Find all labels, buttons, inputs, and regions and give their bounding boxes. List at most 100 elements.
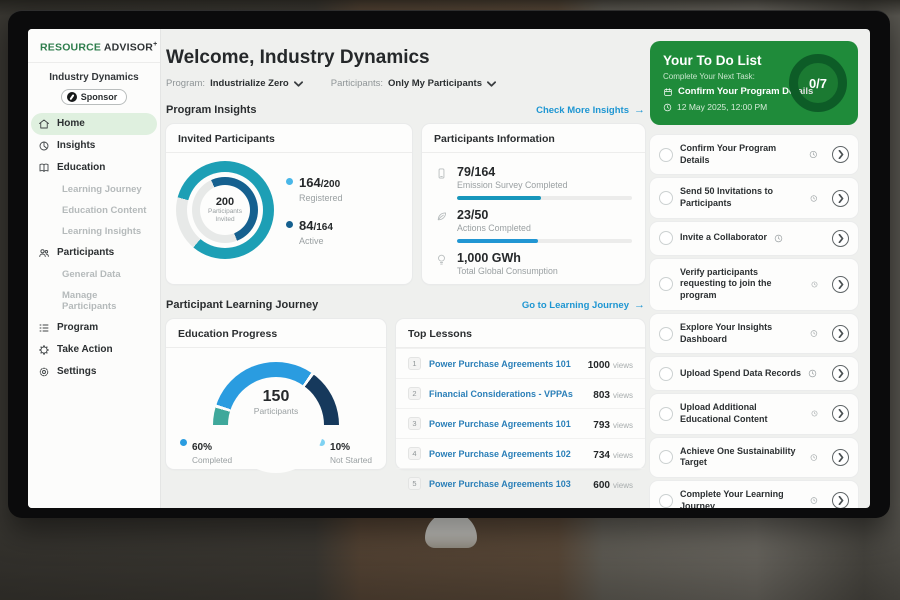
- lesson-link[interactable]: Power Purchase Agreements 102: [429, 449, 585, 459]
- task-checkbox[interactable]: [659, 231, 673, 245]
- sidebar-item-home[interactable]: Home: [31, 113, 157, 135]
- section-title: Program Insights: [166, 104, 256, 116]
- legend-label: Not Started: [330, 455, 372, 465]
- program-filter-label: Program:: [166, 78, 205, 89]
- sidebar-item-learning-insights[interactable]: Learning Insights: [28, 221, 160, 242]
- lightbulb-icon: [435, 253, 448, 266]
- views-count: 1000: [588, 360, 610, 371]
- chevron-down-icon: [294, 81, 303, 87]
- stat-global-consumption: 1,000 GWh Total Global Consumption: [435, 251, 632, 276]
- education-gauge-chart: 150 Participants: [213, 362, 339, 425]
- views-suffix: views: [613, 451, 633, 460]
- learning-journey-header: Participant Learning Journey Go to Learn…: [166, 299, 645, 311]
- task-open-button[interactable]: [832, 365, 849, 382]
- task-open-button[interactable]: [832, 230, 849, 247]
- lesson-link[interactable]: Power Purchase Agreements 103: [429, 479, 585, 489]
- lesson-row: 2 Financial Considerations - VPPAs 803vi…: [396, 378, 645, 408]
- task-label: Complete Your Learning Journey: [680, 489, 803, 508]
- lesson-link[interactable]: Power Purchase Agreements 101: [429, 419, 585, 429]
- stat-value: 1,000 GWh: [457, 251, 632, 265]
- card-title: Top Lessons: [396, 319, 645, 348]
- task-checkbox[interactable]: [659, 367, 673, 381]
- sidebar-item-settings[interactable]: Settings: [28, 361, 160, 383]
- task-open-button[interactable]: [832, 405, 849, 422]
- top-lessons-card: Top Lessons 1 Power Purchase Agreements …: [396, 319, 645, 469]
- legend-dot: [180, 439, 187, 446]
- gauge-center-label: Participants: [213, 406, 339, 416]
- sponsor-label: Sponsor: [81, 92, 118, 102]
- progress-track: [457, 196, 632, 200]
- task-checkbox[interactable]: [659, 407, 673, 421]
- task-checkbox[interactable]: [659, 277, 673, 291]
- task-label: Invite a Collaborator: [680, 232, 767, 244]
- link-label: Check More Insights: [536, 105, 629, 116]
- sidebar-item-program[interactable]: Program: [28, 317, 160, 339]
- clock-icon: [663, 103, 672, 112]
- task-label: Achieve One Sustainability Target: [680, 446, 803, 469]
- main-content: Welcome, Industry Dynamics Program: Indu…: [166, 29, 645, 469]
- arrow-right-icon: →: [634, 299, 645, 311]
- check-more-insights-link[interactable]: Check More Insights →: [536, 104, 645, 116]
- task-open-button[interactable]: [832, 449, 849, 466]
- task-label: Confirm Your Program Details: [680, 143, 802, 166]
- task-list: Confirm Your Program Details Send 50 Inv…: [650, 135, 858, 508]
- views-count: 803: [593, 390, 610, 401]
- lesson-link[interactable]: Financial Considerations - VPPAs: [429, 389, 585, 399]
- participants-filter[interactable]: Participants: Only My Participants: [331, 78, 496, 89]
- task-label: Upload Additional Educational Content: [680, 402, 804, 425]
- sidebar-item-participants[interactable]: Participants: [28, 242, 160, 264]
- task-open-button[interactable]: [832, 492, 849, 508]
- legend-pct: 60%: [192, 442, 212, 453]
- stat-label: Actions Completed: [457, 223, 632, 233]
- task-label: Verify participants requesting to join t…: [680, 267, 804, 302]
- list-icon: [38, 322, 50, 334]
- lesson-rank: 2: [408, 387, 421, 400]
- task-open-button[interactable]: [832, 146, 849, 163]
- sidebar-item-insights[interactable]: Insights: [28, 135, 160, 157]
- sidebar-item-take-action[interactable]: Take Action: [28, 339, 160, 361]
- clock-icon: [774, 234, 783, 243]
- page-title: Welcome, Industry Dynamics: [166, 47, 645, 69]
- lesson-link[interactable]: Power Purchase Agreements 101: [429, 359, 580, 369]
- sidebar-item-manage-participants[interactable]: Manage Participants: [28, 285, 160, 317]
- task-checkbox[interactable]: [659, 450, 673, 464]
- sidebar-item-learning-journey[interactable]: Learning Journey: [28, 179, 160, 200]
- legend-value: 84: [299, 218, 313, 233]
- sidebar-item-general-data[interactable]: General Data: [28, 264, 160, 285]
- learning-cards-row: Education Progress 150 Participants 60% …: [166, 319, 645, 469]
- card-title: Invited Participants: [166, 124, 412, 153]
- task-checkbox[interactable]: [659, 148, 673, 162]
- task-checkbox[interactable]: [659, 191, 673, 205]
- task-open-button[interactable]: [832, 190, 849, 207]
- program-filter[interactable]: Program: Industrialize Zero: [166, 78, 303, 89]
- legend-dot: [286, 178, 293, 185]
- lesson-row: 1 Power Purchase Agreements 101 1000view…: [396, 348, 645, 378]
- task-row: Explore Your Insights Dashboard: [650, 314, 858, 353]
- task-checkbox[interactable]: [659, 327, 673, 341]
- views-count: 734: [593, 450, 610, 461]
- task-open-button[interactable]: [832, 276, 849, 293]
- progress-track: [457, 239, 632, 243]
- donut-center-label: Participants Invited: [202, 208, 248, 225]
- invited-donut-chart: 200 Participants Invited: [176, 161, 274, 259]
- lesson-row: 3 Power Purchase Agreements 101 793views: [396, 408, 645, 438]
- calendar-icon: [663, 87, 673, 97]
- sponsor-badge[interactable]: Sponsor: [61, 89, 128, 105]
- stat-label: Total Global Consumption: [457, 266, 632, 276]
- views-suffix: views: [613, 421, 633, 430]
- sidebar-item-education-content[interactable]: Education Content: [28, 200, 160, 221]
- task-label: Send 50 Invitations to Participants: [680, 186, 803, 209]
- participants-filter-value: Only My Participants: [388, 78, 482, 89]
- participants-filter-label: Participants:: [331, 78, 383, 89]
- clock-icon: [811, 280, 818, 289]
- views-count: 793: [593, 420, 610, 431]
- donut-legend: 164/200 Registered 84/164 Active: [286, 174, 343, 246]
- task-row: Achieve One Sustainability Target: [650, 438, 858, 477]
- gauge-center-value: 150: [213, 388, 339, 406]
- task-checkbox[interactable]: [659, 494, 673, 508]
- sidebar-item-education[interactable]: Education: [28, 157, 160, 179]
- app-logo[interactable]: RESOURCE ADVISOR+: [28, 29, 160, 62]
- task-open-button[interactable]: [832, 325, 849, 342]
- todo-header-card: Your To Do List Complete Your Next Task:…: [650, 41, 858, 125]
- go-to-learning-journey-link[interactable]: Go to Learning Journey →: [522, 299, 645, 311]
